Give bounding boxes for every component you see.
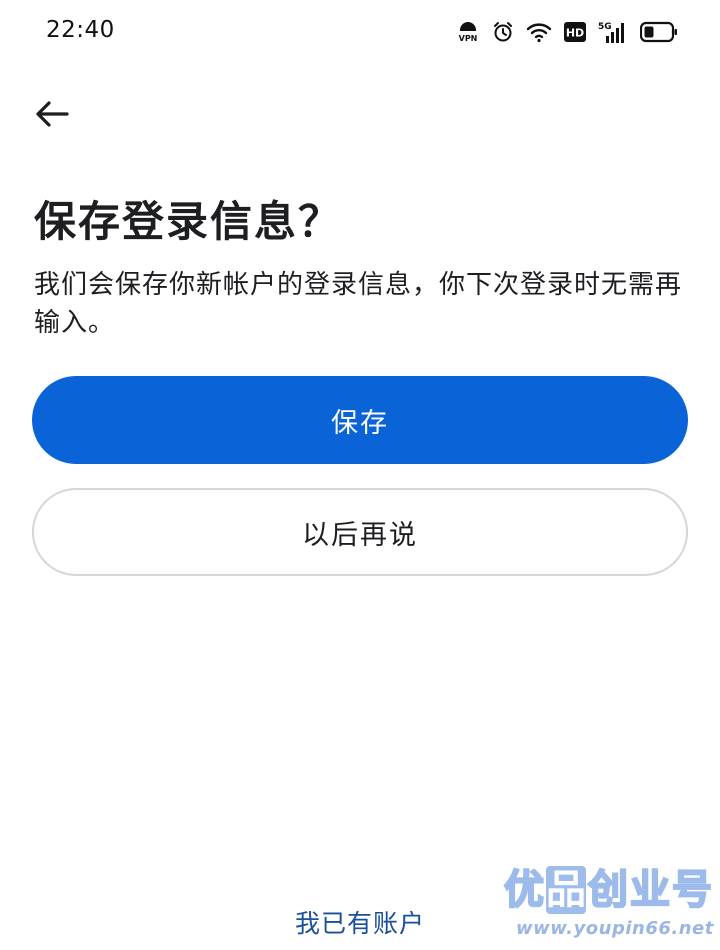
arrow-left-icon <box>34 100 70 132</box>
svg-text:HD: HD <box>566 27 584 40</box>
save-button[interactable]: 保存 <box>32 376 688 464</box>
watermark: 优 品 创 业 号 www.youpin66.net <box>503 866 714 944</box>
svg-text:VPN: VPN <box>459 34 478 43</box>
watermark-logo: 优 品 创 业 号 <box>503 866 713 914</box>
not-now-button[interactable]: 以后再说 <box>32 488 688 576</box>
back-button[interactable] <box>30 96 74 136</box>
status-time: 22:40 <box>46 17 115 43</box>
vpn-icon: VPN <box>456 20 480 44</box>
svg-text:5G: 5G <box>598 22 612 32</box>
save-button-label: 保存 <box>331 407 389 439</box>
wifi-icon <box>526 21 552 43</box>
hd-icon: HD <box>564 22 586 42</box>
alarm-clock-icon <box>492 21 514 43</box>
battery-icon <box>640 21 678 43</box>
signal-5g-icon: 5G <box>598 20 628 44</box>
page-title: 保存登录信息？ <box>34 197 343 246</box>
watermark-url: www.youpin66.net <box>516 918 714 939</box>
not-now-button-label: 以后再说 <box>302 519 418 551</box>
status-icons: VPN HD 5G <box>456 18 678 46</box>
status-bar: 22:40 VPN HD 5G <box>0 0 720 64</box>
page-description: 我们会保存你新帐户的登录信息，你下次登录时无需再输入。 <box>34 270 683 338</box>
